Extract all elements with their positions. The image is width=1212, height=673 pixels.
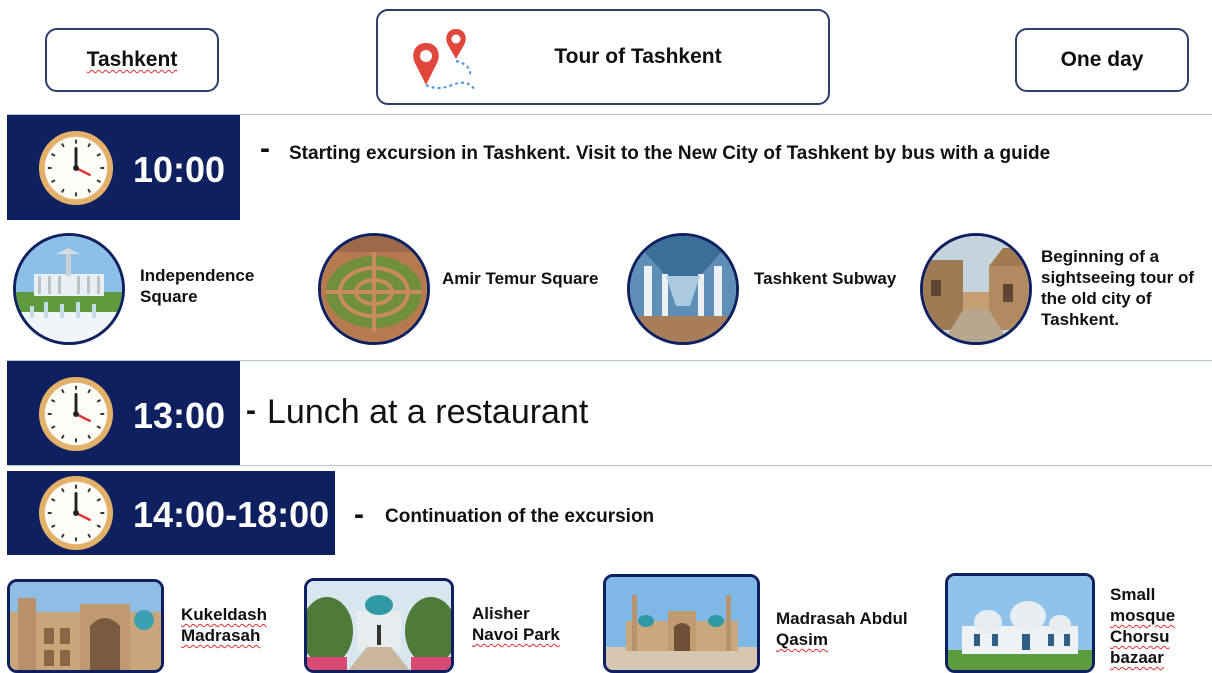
sight-label: Beginning of a sightseeing tour of the o… xyxy=(1041,247,1194,329)
sight-label: Madrasah Abdul Qasim xyxy=(776,609,908,649)
sight-label: Independence Square xyxy=(140,266,255,306)
duration-box: One day xyxy=(1015,28,1189,92)
sight-label: Tashkent Subway xyxy=(754,269,897,288)
tour-title: Tour of Tashkent xyxy=(554,45,722,68)
time-label: 14:00-18:00 xyxy=(133,494,330,535)
alisher-navoi-park-photo xyxy=(304,578,454,673)
sight-label: Kukeldash Madrasah xyxy=(181,605,267,645)
independence-square-photo xyxy=(13,233,125,345)
divider xyxy=(7,465,1212,466)
sight-label: Amir Temur Square xyxy=(442,269,599,288)
time-label: 10:00 xyxy=(133,149,226,190)
time-block-3: 14:00-18:00 xyxy=(7,471,335,555)
sight-label: Small mosque Chorsu bazaar xyxy=(1110,585,1176,667)
duration: One day xyxy=(1060,48,1144,71)
schedule-description: Continuation of the excursion xyxy=(385,506,655,527)
dash: - xyxy=(354,498,364,531)
time-block-1: 10:00 xyxy=(7,115,240,220)
schedule-description: Starting excursion in Tashkent. Visit to… xyxy=(289,143,1051,164)
kukeldash-madrasah-photo xyxy=(7,579,164,673)
chorsu-mosque-photo xyxy=(945,573,1095,673)
time-label: 13:00 xyxy=(133,395,226,436)
clock-icon xyxy=(37,474,115,552)
clock-icon xyxy=(37,129,115,207)
city-box: Tashkent xyxy=(45,28,219,92)
dash: - xyxy=(246,394,256,427)
tashkent-subway-photo xyxy=(627,233,739,345)
old-city-photo xyxy=(920,233,1032,345)
city-name: Tashkent xyxy=(86,48,178,71)
schedule-description: Lunch at a restaurant xyxy=(267,393,589,431)
amir-temur-square-photo xyxy=(318,233,430,345)
clock-icon xyxy=(37,375,115,453)
sight-label: Alisher Navoi Park xyxy=(472,604,560,644)
dash: - xyxy=(260,132,270,165)
time-block-2: 13:00 xyxy=(7,361,240,465)
tour-title-box: Tour of Tashkent xyxy=(376,9,830,105)
madrasah-abdul-qasim-photo xyxy=(603,574,760,673)
map-route-icon xyxy=(413,29,475,90)
